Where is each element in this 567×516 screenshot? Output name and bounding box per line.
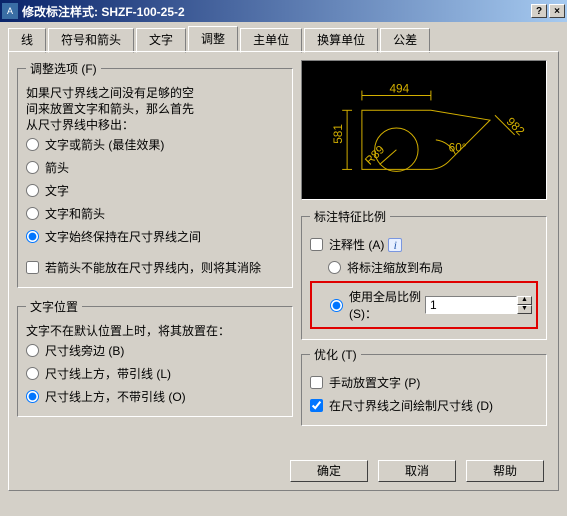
preview-pane: 494 581 R89 60° 982 (301, 60, 547, 200)
manual-place-check[interactable] (310, 376, 323, 389)
fit-opt-keep[interactable] (26, 230, 39, 243)
fit-intro: 如果尺寸界线之间没有足够的空 间来放置文字和箭头，那么首先 从尺寸界线中移出： (26, 85, 284, 133)
tp-noleader[interactable] (26, 390, 39, 403)
tab-alt[interactable]: 换算单位 (304, 28, 378, 53)
fit-opt-keep-label: 文字始终保持在尺寸界线之间 (45, 228, 201, 245)
annotative-label: 注释性 (A) (329, 236, 384, 253)
fine-tune-legend: 优化 (T) (310, 346, 361, 363)
tab-primary[interactable]: 主单位 (240, 28, 302, 53)
draw-dim-label: 在尺寸界线之间绘制尺寸线 (D) (329, 397, 493, 414)
tp-leader-label: 尺寸线上方，带引线 (L) (45, 365, 171, 382)
suppress-arrows-check[interactable] (26, 261, 39, 274)
app-icon: A (2, 3, 18, 19)
text-placement-group: 文字位置 文字不在默认位置上时，将其放置在： 尺寸线旁边 (B) 尺寸线上方，带… (17, 298, 293, 417)
fit-opt-text[interactable] (26, 184, 39, 197)
svg-text:60°: 60° (449, 141, 467, 155)
fine-tune-group: 优化 (T) 手动放置文字 (P) 在尺寸界线之间绘制尺寸线 (D) (301, 346, 547, 426)
fit-options-group: 调整选项 (F) 如果尺寸界线之间没有足够的空 间来放置文字和箭头，那么首先 从… (17, 60, 293, 288)
feature-scale-group: 标注特征比例 注释性 (A) i 将标注缩放到布局 使用全局比例 (S)： (301, 208, 547, 340)
scale-layout[interactable] (328, 261, 341, 274)
draw-dim-check[interactable] (310, 399, 323, 412)
tp-beside[interactable] (26, 344, 39, 357)
help-button[interactable]: ? (531, 4, 547, 18)
fit-opt-both-label: 文字和箭头 (45, 205, 105, 222)
global-scale-highlight: 使用全局比例 (S)： ▲ ▼ (310, 281, 538, 329)
tab-text[interactable]: 文字 (136, 28, 186, 53)
fit-opt-both[interactable] (26, 207, 39, 220)
annotative-check[interactable] (310, 238, 323, 251)
ok-button[interactable]: 确定 (290, 460, 368, 482)
manual-place-label: 手动放置文字 (P) (329, 374, 420, 391)
window-title: 修改标注样式: SHZF-100-25-2 (22, 3, 531, 20)
scale-global[interactable] (330, 299, 343, 312)
tab-fit[interactable]: 调整 (188, 26, 238, 51)
feature-scale-legend: 标注特征比例 (310, 208, 390, 225)
tab-lines[interactable]: 线 (8, 28, 46, 53)
spin-up[interactable]: ▲ (517, 296, 532, 305)
close-button[interactable]: × (549, 4, 565, 18)
fit-opt-either[interactable] (26, 138, 39, 151)
fit-opt-arrows-label: 箭头 (45, 159, 69, 176)
text-placement-intro: 文字不在默认位置上时，将其放置在： (26, 323, 284, 339)
fit-opt-text-label: 文字 (45, 182, 69, 199)
help-button-footer[interactable]: 帮助 (466, 460, 544, 482)
svg-text:982: 982 (504, 114, 528, 138)
tp-noleader-label: 尺寸线上方，不带引线 (O) (45, 388, 186, 405)
spin-down[interactable]: ▼ (517, 305, 532, 314)
fit-opt-either-label: 文字或箭头 (最佳效果) (45, 136, 164, 153)
svg-text:494: 494 (390, 82, 410, 96)
tp-beside-label: 尺寸线旁边 (B) (45, 342, 124, 359)
tp-leader[interactable] (26, 367, 39, 380)
suppress-arrows-label: 若箭头不能放在尺寸界线内，则将其消除 (45, 259, 261, 276)
cancel-button[interactable]: 取消 (378, 460, 456, 482)
scale-layout-label: 将标注缩放到布局 (347, 259, 443, 276)
svg-text:581: 581 (331, 124, 345, 144)
text-placement-legend: 文字位置 (26, 298, 82, 315)
tab-symbols[interactable]: 符号和箭头 (48, 28, 134, 53)
tab-strip: 线 符号和箭头 文字 调整 主单位 换算单位 公差 (8, 26, 559, 51)
scale-global-label: 使用全局比例 (S)： (349, 288, 425, 322)
tab-tol[interactable]: 公差 (380, 28, 430, 53)
fit-options-legend: 调整选项 (F) (26, 60, 101, 77)
info-icon[interactable]: i (388, 238, 402, 252)
global-scale-input[interactable] (425, 296, 517, 314)
fit-opt-arrows[interactable] (26, 161, 39, 174)
